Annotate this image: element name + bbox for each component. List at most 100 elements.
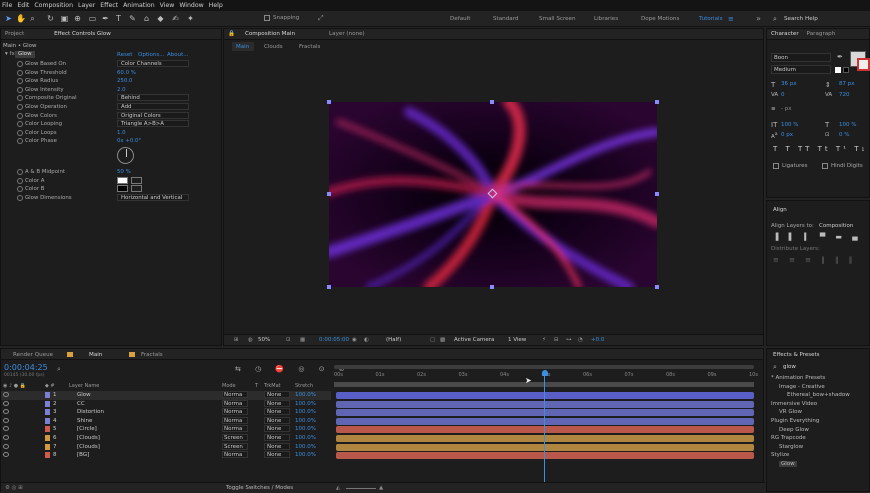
stopwatch-icon[interactable]	[17, 104, 23, 110]
workspace-standard[interactable]: Standard	[493, 16, 518, 22]
playhead-handle[interactable]	[542, 370, 548, 376]
roi-icon[interactable]: ▢	[430, 337, 435, 343]
effect-prop-value[interactable]: 0x +0.0°	[117, 138, 141, 144]
zoom-out-icon[interactable]: ◭	[336, 485, 340, 491]
stopwatch-icon[interactable]	[17, 69, 23, 76]
col-layer-name[interactable]: Layer Name	[69, 383, 99, 389]
effects-tree-item[interactable]: Starglow	[779, 444, 803, 450]
camera-tool-icon[interactable]: ▣	[60, 14, 69, 23]
col-stretch[interactable]: Stretch	[295, 383, 313, 389]
faux-styles-row[interactable]: T T TT Tt T¹ T₁	[773, 145, 867, 153]
eyedropper-icon[interactable]: ✒	[837, 53, 843, 61]
menu-layer[interactable]: Layer	[78, 2, 95, 9]
effect-prop-select[interactable]: Horizontal and Vertical	[117, 193, 189, 201]
effects-tree-item[interactable]: RG Trapcode	[771, 435, 806, 441]
roto-brush-tool-icon[interactable]: ✍	[171, 14, 180, 23]
effects-tree-item[interactable]: * Animation Presets	[771, 375, 825, 381]
footer-icons[interactable]: ⚙ ◎ ⊞	[5, 485, 23, 491]
eyedropper-icon[interactable]	[131, 185, 142, 193]
effect-options-link[interactable]: Options...	[138, 52, 164, 58]
effects-tree-item[interactable]: Stylize	[771, 452, 789, 458]
search-help-input[interactable]: Search Help	[784, 16, 818, 22]
align-to-select[interactable]: Composition	[819, 223, 853, 229]
stopwatch-icon[interactable]	[17, 169, 23, 175]
tab-effect-controls[interactable]: Effect Controls Glow	[54, 31, 111, 37]
camera-select[interactable]: Active Camera	[454, 337, 494, 343]
breadcrumb-clouds[interactable]: Clouds	[264, 44, 283, 50]
workspace-dope-motions[interactable]: Dope Motions	[641, 16, 679, 22]
effects-tree-item[interactable]: Ethereal_bow+shadow	[787, 392, 850, 398]
align-buttons-row[interactable]: ▐ ▌ ▍ ▀ ▬ ▄	[773, 233, 862, 241]
menu-composition[interactable]: Composition	[34, 2, 73, 9]
layer-duration-bar[interactable]	[336, 417, 754, 425]
menu-animation[interactable]: Animation	[123, 2, 155, 9]
effect-prop-value[interactable]: 1.0	[117, 130, 126, 136]
selection-tool-icon[interactable]: ➤	[4, 14, 13, 23]
col-mode[interactable]: Mode	[222, 383, 236, 389]
stopwatch-icon[interactable]	[17, 86, 23, 93]
tab-composition-main[interactable]: Composition Main	[245, 31, 295, 37]
fx-toggle[interactable]: ▾ fx	[5, 51, 15, 57]
reset-exposure-icon[interactable]: ◔	[578, 337, 583, 343]
mask-icon[interactable]: ◍	[248, 337, 253, 343]
stopwatch-icon[interactable]	[17, 61, 23, 67]
handle-tr[interactable]	[655, 100, 659, 104]
eyedropper-icon[interactable]	[131, 176, 142, 184]
stopwatch-icon[interactable]	[17, 138, 23, 145]
composition-canvas[interactable]	[329, 102, 657, 287]
effects-tree-item[interactable]: Glow	[779, 461, 797, 467]
layer-duration-bar[interactable]	[336, 435, 754, 442]
handle-tm[interactable]	[490, 100, 494, 104]
effect-prop-select[interactable]: Behind	[117, 94, 189, 102]
breadcrumb-main[interactable]: Main	[236, 44, 249, 50]
show-channel-icon[interactable]: ◐	[364, 337, 369, 343]
layer-duration-bar[interactable]	[336, 400, 754, 408]
handle-br[interactable]	[655, 285, 659, 289]
pan-behind-tool-icon[interactable]: ⊕	[73, 14, 82, 23]
lock-icon[interactable]: 🔒	[228, 31, 235, 37]
workspace-default[interactable]: Default	[450, 16, 470, 22]
menu-window[interactable]: Window	[179, 2, 203, 9]
exposure-value[interactable]: +0.0	[591, 337, 604, 343]
always-preview-icon[interactable]: ⊞	[234, 337, 239, 343]
effects-tree-item[interactable]: VR Glow	[779, 409, 802, 415]
font-family-select[interactable]: Boon	[771, 53, 831, 62]
tab-render-queue[interactable]: Render Queue	[13, 352, 53, 358]
tab-layer[interactable]: Layer (none)	[329, 31, 365, 37]
snapping-checkbox[interactable]	[264, 15, 270, 21]
hindi-digits-checkbox[interactable]	[822, 163, 828, 169]
layer-duration-bar[interactable]	[336, 452, 754, 460]
font-style-select[interactable]: Medium	[771, 65, 831, 74]
tab-character[interactable]: Character	[771, 31, 799, 37]
effect-prop-select[interactable]: Color Channels	[117, 60, 189, 67]
handle-ml[interactable]	[327, 192, 331, 196]
leading-value[interactable]: 87 px	[839, 81, 855, 87]
white-swatch[interactable]	[835, 67, 841, 73]
color-swatch[interactable]	[117, 185, 128, 193]
handle-mr[interactable]	[655, 192, 659, 196]
snap-options-icon[interactable]: ⤢	[318, 14, 324, 23]
brush-tool-icon[interactable]: ✎	[128, 14, 137, 23]
clone-stamp-tool-icon[interactable]: ⌂	[142, 14, 151, 23]
shape-tool-icon[interactable]: ▭	[88, 14, 97, 23]
transparency-grid-icon[interactable]: ▩	[440, 337, 445, 343]
stopwatch-icon[interactable]	[17, 95, 23, 102]
effects-tree-item[interactable]: Immersive Video	[771, 401, 817, 407]
effects-tree-item[interactable]: Image - Creative	[779, 384, 825, 390]
handle-bm[interactable]	[490, 285, 494, 289]
views-select[interactable]: 1 View	[508, 337, 526, 343]
effect-prop-select[interactable]: Triangle A>B>A	[117, 120, 189, 128]
eraser-tool-icon[interactable]: ◆	[156, 14, 165, 23]
handle-bl[interactable]	[327, 285, 331, 289]
zoom-slider[interactable]	[346, 488, 376, 489]
ligatures-checkbox[interactable]	[773, 163, 779, 169]
resolution-select[interactable]: (Half)	[386, 337, 401, 343]
timeline-icon[interactable]: ⊟	[554, 337, 559, 343]
effect-prop-value[interactable]: 2.0	[117, 87, 126, 93]
layer-duration-bar[interactable]	[336, 392, 754, 399]
snapshot-icon[interactable]: ◉	[352, 337, 357, 343]
tab-paragraph[interactable]: Paragraph	[807, 31, 836, 37]
more-workspaces-icon[interactable]: »	[756, 14, 761, 23]
hand-tool-icon[interactable]: ✋	[16, 14, 26, 23]
timeline-timecode[interactable]: 0:00:04:25	[4, 363, 48, 372]
